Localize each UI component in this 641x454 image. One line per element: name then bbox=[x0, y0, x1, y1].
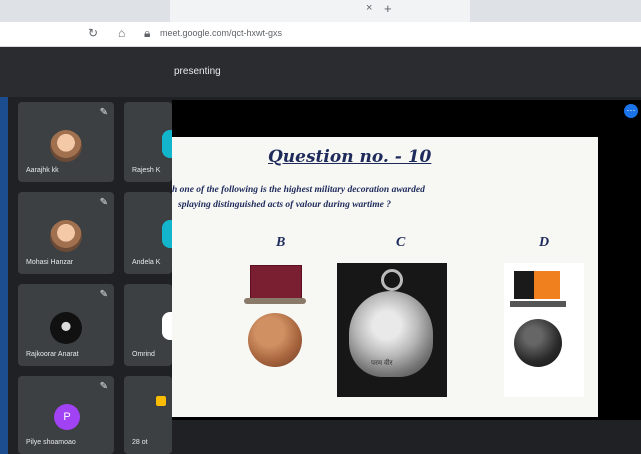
participant-name: Mohasi Hanzar bbox=[26, 259, 74, 266]
medal-ribbon bbox=[250, 265, 302, 299]
reload-icon[interactable]: ↻ bbox=[88, 26, 98, 40]
medal-ring bbox=[381, 269, 403, 291]
more-options-icon[interactable]: ⋯ bbox=[624, 104, 638, 118]
participant-tile[interactable]: ✎ Rajkoorar Anarat bbox=[18, 284, 114, 366]
medal-disc bbox=[248, 313, 302, 367]
meeting-header: presenting bbox=[0, 47, 641, 97]
home-icon[interactable]: ⌂ bbox=[118, 26, 125, 40]
participant-tile[interactable]: ✎ Mohasi Hanzar bbox=[18, 192, 114, 274]
avatar bbox=[162, 130, 172, 158]
address-bar[interactable]: ↻ ⌂ 🔒︎ meet.google.com/qct-hxwt-gxs bbox=[0, 22, 641, 47]
option-label-b: B bbox=[276, 235, 286, 250]
question-line: splaying distinguished acts of valour du… bbox=[178, 200, 391, 210]
medal-disc bbox=[514, 319, 562, 367]
participant-tile[interactable]: ✎ Aarajhk kk bbox=[18, 102, 114, 182]
participant-name: 28 ot bbox=[132, 439, 148, 446]
medal-b-image bbox=[244, 265, 306, 375]
avatar bbox=[162, 220, 172, 248]
medal-ribbon bbox=[514, 271, 534, 299]
participant-name: Rajkoorar Anarat bbox=[26, 351, 79, 358]
pin-icon[interactable]: ✎ bbox=[100, 289, 108, 300]
option-label-c: C bbox=[396, 235, 406, 250]
question-text: h one of the following is the highest mi… bbox=[172, 183, 572, 213]
participant-tile[interactable]: Andela K bbox=[124, 192, 172, 274]
avatar bbox=[50, 312, 82, 344]
browser-tab-bar: × + bbox=[0, 0, 641, 22]
medal-c-image: परम वीर bbox=[337, 263, 447, 397]
participant-name: Pilye shoamoao bbox=[26, 439, 76, 446]
participant-name: Aarajhk kk bbox=[26, 167, 59, 174]
app-icon bbox=[156, 396, 166, 406]
medal-ribbon bbox=[534, 271, 560, 299]
medal-bar bbox=[244, 298, 306, 304]
new-tab-icon[interactable]: + bbox=[384, 1, 392, 16]
url-text[interactable]: meet.google.com/qct-hxwt-gxs bbox=[160, 28, 282, 38]
presenting-label: presenting bbox=[174, 66, 221, 77]
medal-d-image bbox=[504, 263, 584, 397]
avatar bbox=[162, 312, 172, 340]
tab-close-icon[interactable]: × bbox=[366, 2, 372, 14]
lock-icon[interactable]: 🔒︎ bbox=[144, 26, 150, 41]
question-title: Question no. - 10 bbox=[268, 147, 432, 167]
question-line: h one of the following is the highest mi… bbox=[172, 185, 425, 195]
participant-name: Andela K bbox=[132, 259, 161, 266]
sidebar-indicator bbox=[0, 97, 8, 454]
presented-slide: Question no. - 10 h one of the following… bbox=[172, 137, 598, 417]
avatar: P bbox=[54, 404, 80, 430]
browser-tab[interactable]: × + bbox=[170, 0, 470, 22]
participant-tile[interactable]: ✎ P Pilye shoamoao bbox=[18, 376, 114, 454]
pin-icon[interactable]: ✎ bbox=[100, 107, 108, 118]
medal-bar bbox=[510, 301, 566, 307]
participant-tile[interactable]: 28 ot bbox=[124, 376, 172, 454]
pin-icon[interactable]: ✎ bbox=[100, 381, 108, 392]
participant-name: Rajesh K bbox=[132, 167, 161, 174]
pin-icon[interactable]: ✎ bbox=[100, 197, 108, 208]
option-label-d: D bbox=[539, 235, 550, 250]
participant-name: Omrind bbox=[132, 351, 155, 358]
avatar bbox=[50, 220, 82, 252]
avatar bbox=[50, 130, 82, 162]
medal-inscription: परम वीर bbox=[371, 360, 393, 367]
participant-tile[interactable]: Rajesh K bbox=[124, 102, 172, 182]
participant-tile[interactable]: Omrind bbox=[124, 284, 172, 366]
